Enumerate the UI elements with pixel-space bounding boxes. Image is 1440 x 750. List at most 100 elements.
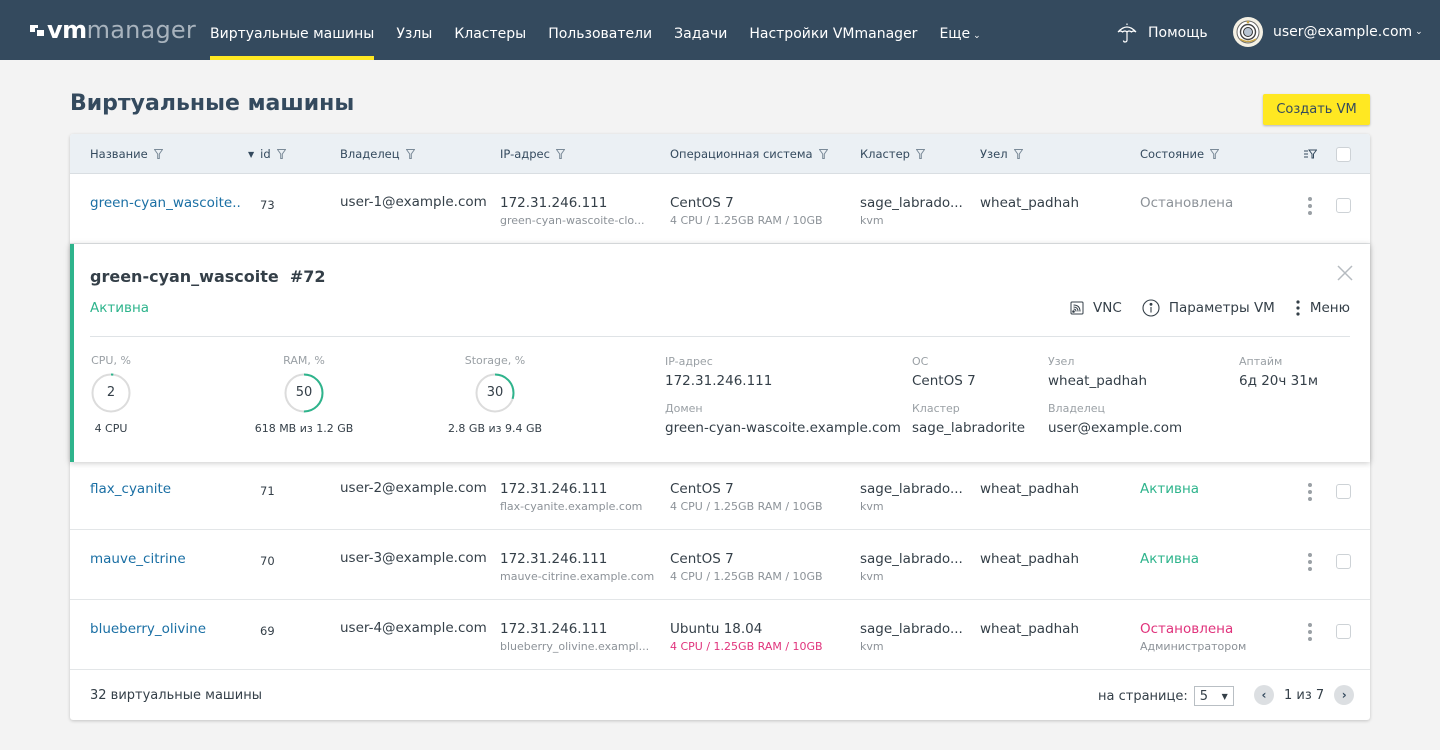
field-label: IP-адрес — [665, 355, 713, 368]
nav-item-users[interactable]: Пользователи — [548, 0, 652, 60]
column-header-name[interactable]: Название — [90, 147, 163, 161]
ram-gauge-value: 50 — [295, 385, 313, 400]
column-header-owner[interactable]: Владелец — [340, 147, 415, 161]
vm-name-link[interactable]: flax_cyanite — [90, 481, 171, 497]
column-label: Узел — [980, 147, 1008, 161]
column-header-id[interactable]: ▼ id — [248, 147, 286, 161]
help-link[interactable]: Помощь — [1116, 22, 1208, 44]
nav-label: Кластеры — [454, 26, 527, 42]
table-row[interactable]: mauve_citrine 70 user-3@example.com 172.… — [70, 530, 1370, 600]
filter-icon[interactable] — [1013, 149, 1023, 159]
column-header-state[interactable]: Состояние — [1140, 147, 1220, 161]
avatar — [1233, 17, 1263, 47]
filter-icon[interactable] — [915, 149, 925, 159]
nav-item-tasks[interactable]: Задачи — [674, 0, 727, 60]
vm-detail-panel: green-cyan_wascoite #72 Активна VNC Пара… — [70, 244, 1370, 462]
table-row[interactable]: green-cyan_wascoite... 73 user-1@example… — [70, 174, 1370, 244]
field-label: Владелец — [1048, 402, 1105, 415]
detail-vm-number: #72 — [289, 267, 326, 286]
per-page-label: на странице: — [1098, 688, 1188, 704]
detail-domain-field: Домен green-cyan-wascoite.example.com — [665, 402, 901, 436]
vm-cluster-type: kvm — [860, 500, 884, 513]
vm-os-cell: CentOS 7 4 CPU / 1.25GB RAM / 10GB — [670, 195, 823, 227]
column-header-cluster[interactable]: Кластер — [860, 147, 925, 161]
filter-icon[interactable] — [555, 149, 565, 159]
storage-gauge-ring: 30 — [475, 373, 515, 413]
vm-name-link[interactable]: blueberry_olivine — [90, 621, 206, 637]
status-badge: Активна — [1140, 551, 1200, 567]
detail-os-field: ОС CentOS 7 — [912, 355, 976, 389]
column-header-ip[interactable]: IP-адрес — [500, 147, 565, 161]
vm-ip-cell: 172.31.246.111 green-cyan-wascoite-clo..… — [500, 195, 660, 227]
column-header-os[interactable]: Операционная система — [670, 147, 828, 161]
close-icon[interactable] — [1336, 264, 1354, 282]
vmmanager-logo[interactable]: vm manager — [30, 18, 196, 42]
logo-text-light: manager — [86, 16, 196, 44]
vm-cluster: sage_labrado... — [860, 481, 963, 497]
help-label: Помощь — [1148, 25, 1208, 41]
nav-item-nodes[interactable]: Узлы — [396, 0, 432, 60]
vm-cluster-type: kvm — [860, 214, 884, 227]
vm-state-cell: Остановлена Администратором — [1140, 621, 1246, 653]
vm-node: wheat_padhah — [980, 481, 1080, 497]
user-menu[interactable]: user@example.com ⌄ — [1233, 17, 1423, 47]
column-header-node[interactable]: Узел — [980, 147, 1023, 161]
table-header: Название ▼ id Владелец IP-адрес Операцион… — [70, 134, 1370, 174]
prev-page-button[interactable]: ‹ — [1254, 685, 1274, 705]
nav-label: Задачи — [674, 26, 728, 42]
ram-gauge-ring: 50 — [284, 373, 324, 413]
vm-cluster: sage_labrado... — [860, 551, 963, 567]
row-menu-icon[interactable] — [1305, 553, 1315, 571]
row-checkbox[interactable] — [1336, 624, 1351, 639]
vm-params-button[interactable]: Параметры VM — [1142, 299, 1275, 317]
filter-icon[interactable] — [405, 149, 415, 159]
vm-count: 32 виртуальные машины — [90, 688, 263, 703]
nav-label: Виртуальные машины — [210, 26, 375, 42]
select-all-checkbox[interactable] — [1336, 147, 1351, 162]
vm-os: CentOS 7 — [670, 195, 734, 211]
vm-domain: blueberry_olivine.exampl... — [500, 640, 650, 653]
row-checkbox[interactable] — [1336, 198, 1351, 213]
vm-name-link[interactable]: mauve_citrine — [90, 551, 186, 567]
logo-mark-icon — [30, 24, 44, 36]
vm-ip: 172.31.246.111 — [500, 621, 608, 637]
vm-cluster-type: kvm — [860, 570, 884, 583]
field-value: 6д 20ч 31м — [1239, 373, 1319, 389]
per-page-select[interactable]: 5 ▼ — [1193, 686, 1234, 706]
chevron-down-icon: ⌄ — [973, 31, 981, 41]
detail-uptime-field: Аптайм 6д 20ч 31м — [1239, 355, 1318, 389]
filter-icon[interactable] — [818, 149, 828, 159]
page-info: 1 из 7 — [1284, 687, 1325, 703]
cpu-gauge-value: 2 — [106, 385, 116, 400]
filter-icon[interactable] — [276, 149, 286, 159]
nav-item-clusters[interactable]: Кластеры — [454, 0, 526, 60]
row-menu-icon[interactable] — [1305, 483, 1315, 501]
vm-owner: user-3@example.com — [340, 550, 487, 566]
vm-node: wheat_padhah — [980, 195, 1080, 211]
top-navigation-bar: vm manager Виртуальные машины Узлы Класте… — [0, 0, 1440, 60]
vm-cluster-cell: sage_labrado... kvm — [860, 621, 963, 653]
sort-desc-icon[interactable]: ▼ — [248, 150, 254, 159]
detail-owner-field: Владелец user@example.com — [1048, 402, 1182, 436]
row-menu-icon[interactable] — [1305, 623, 1315, 641]
nav-item-virtual-machines[interactable]: Виртуальные машины — [210, 0, 375, 60]
next-page-button[interactable]: › — [1334, 685, 1355, 705]
vm-node: wheat_padhah — [980, 621, 1080, 637]
table-row[interactable]: flax_cyanite 71 user-2@example.com 172.3… — [70, 460, 1370, 530]
filter-icon[interactable] — [1210, 149, 1220, 159]
table-row[interactable]: blueberry_olivine 69 user-4@example.com … — [70, 600, 1370, 670]
column-label: IP-адрес — [500, 147, 550, 161]
vm-ip-cell: 172.31.246.111 blueberry_olivine.exampl.… — [500, 621, 660, 653]
detail-menu-button[interactable]: Меню — [1295, 300, 1350, 316]
chevron-down-icon: ⌄ — [1415, 27, 1423, 37]
vm-name-link[interactable]: green-cyan_wascoite... — [90, 195, 240, 211]
create-vm-button[interactable]: Создать VM — [1263, 94, 1370, 125]
filter-icon[interactable] — [153, 149, 163, 159]
row-checkbox[interactable] — [1336, 554, 1351, 569]
nav-item-more[interactable]: Еще ⌄ — [939, 0, 980, 60]
row-menu-icon[interactable] — [1305, 197, 1315, 215]
nav-item-settings[interactable]: Настройки VMmanager — [749, 0, 917, 60]
vnc-button[interactable]: VNC — [1070, 300, 1122, 316]
column-settings-filter-icon[interactable] — [1304, 149, 1317, 159]
row-checkbox[interactable] — [1336, 484, 1351, 499]
